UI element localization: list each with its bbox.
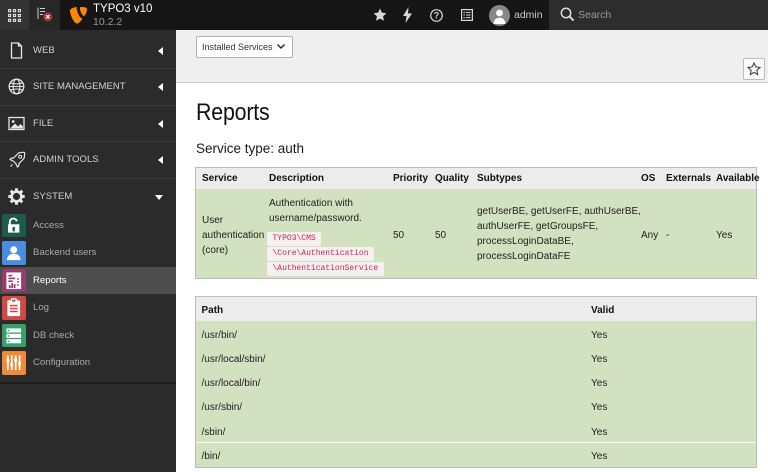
- svg-text:?: ?: [434, 10, 440, 20]
